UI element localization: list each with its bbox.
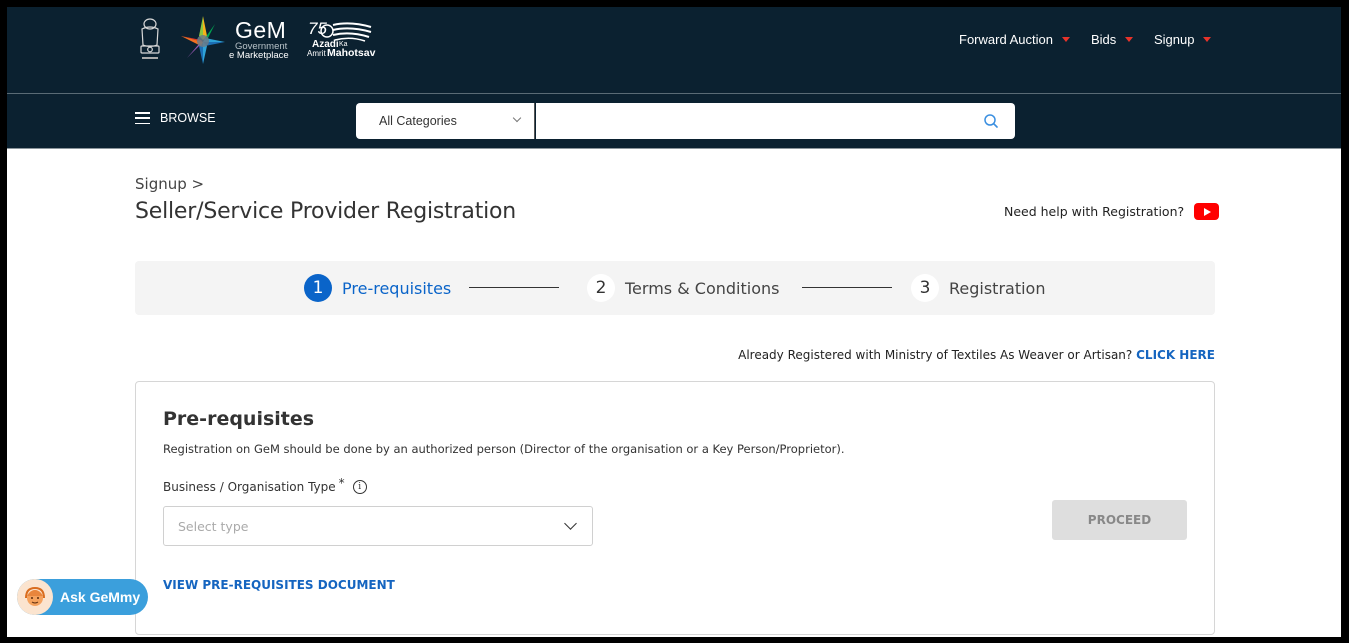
step-number: 2 — [587, 274, 615, 302]
browse-label: BROWSE — [160, 111, 216, 125]
national-emblem-icon — [140, 18, 160, 59]
breadcrumb[interactable]: Signup > — [135, 175, 204, 193]
business-type-label: Business / Organisation Type * i — [163, 476, 367, 494]
category-select[interactable]: All Categories — [356, 103, 535, 139]
mahotsav-text: Mahotsav — [327, 47, 376, 59]
top-header: GeM Government e Marketplace 75 Azadi Ka… — [7, 7, 1341, 93]
nav-signup[interactable]: Signup — [1154, 32, 1212, 47]
caret-down-icon — [1203, 37, 1212, 42]
help-text: Need help with Registration? — [1004, 204, 1185, 219]
page: GeM Government e Marketplace 75 Azadi Ka… — [7, 7, 1341, 637]
card-title: Pre-requisites — [163, 408, 315, 430]
required-mark: * — [338, 476, 345, 490]
category-select-value: All Categories — [379, 114, 457, 128]
business-type-select[interactable]: Select type — [163, 506, 593, 546]
registration-stepper: 1 Pre-requisites 2 Terms & Conditions 3 … — [135, 261, 1215, 315]
navbar-divider — [7, 148, 1341, 149]
search-icon[interactable] — [983, 113, 999, 129]
nav-bids[interactable]: Bids — [1091, 32, 1134, 47]
step-prerequisites: 1 Pre-requisites — [304, 274, 451, 302]
step-connector — [802, 287, 892, 289]
nav-forward-auction-label: Forward Auction — [959, 32, 1053, 47]
nav-bids-label: Bids — [1091, 32, 1117, 47]
business-type-placeholder: Select type — [178, 518, 249, 534]
card-description: Registration on GeM should be done by an… — [163, 442, 845, 456]
caret-down-icon — [1061, 37, 1070, 42]
caret-down-icon — [1125, 37, 1134, 42]
nav-forward-auction[interactable]: Forward Auction — [959, 32, 1070, 47]
gem-logo-icon — [181, 16, 225, 64]
textiles-notice: Already Registered with Ministry of Text… — [738, 348, 1215, 362]
step-number: 3 — [911, 274, 939, 302]
browse-button[interactable]: BROWSE — [135, 111, 216, 125]
gem-logo-subtitle-2: e Marketplace — [229, 50, 289, 61]
chevron-down-icon — [512, 113, 522, 123]
page-title: Seller/Service Provider Registration — [135, 199, 517, 224]
info-icon[interactable]: i — [352, 480, 367, 494]
step-number: 1 — [304, 274, 332, 302]
step-label: Terms & Conditions — [625, 278, 780, 298]
view-prerequisites-document-link[interactable]: VIEW PRE-REQUISITES DOCUMENT — [163, 578, 395, 592]
registration-help[interactable]: Need help with Registration? — [1004, 203, 1220, 220]
step-registration: 3 Registration — [911, 274, 1045, 302]
azadi-75-text: 75 — [308, 19, 327, 38]
step-connector — [469, 287, 559, 289]
gem-logo-title: GeM — [235, 17, 287, 43]
chevron-down-icon — [564, 517, 577, 530]
business-type-label-text: Business / Organisation Type — [163, 480, 336, 494]
click-here-link[interactable]: CLICK HERE — [1136, 348, 1215, 362]
ask-gemmy-label: Ask GeMmy — [60, 589, 141, 605]
textiles-notice-text: Already Registered with Ministry of Text… — [738, 348, 1133, 362]
proceed-button[interactable]: PROCEED — [1052, 500, 1187, 540]
search-input[interactable] — [536, 103, 1015, 139]
step-label: Registration — [949, 278, 1046, 298]
hamburger-menu-icon — [135, 112, 150, 124]
step-label: Pre-requisites — [342, 278, 452, 298]
ask-gemmy-button[interactable]: Ask GeMmy — [17, 579, 148, 615]
gemmy-avatar-icon — [17, 579, 53, 615]
youtube-play-icon[interactable] — [1194, 203, 1220, 220]
amrit-text: Amrit — [307, 49, 326, 58]
step-terms-conditions: 2 Terms & Conditions — [587, 274, 779, 302]
nav-signup-label: Signup — [1154, 32, 1195, 47]
prerequisites-card: Pre-requisites Registration on GeM shoul… — [135, 381, 1215, 635]
